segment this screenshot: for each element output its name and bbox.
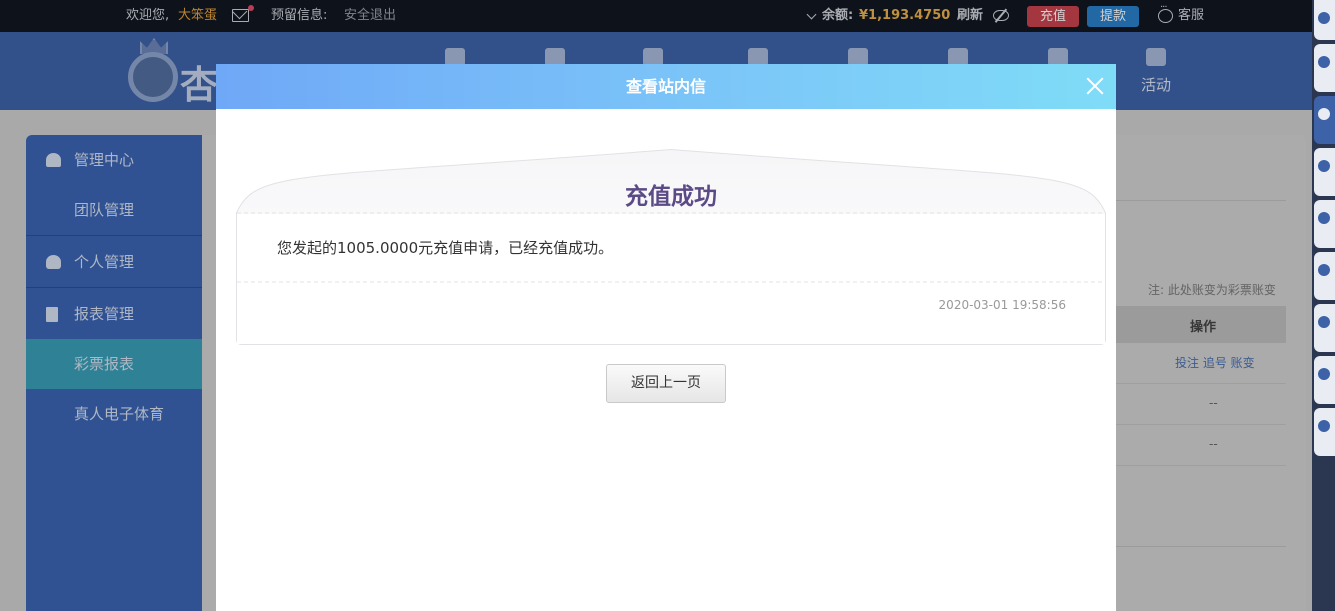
right-tool-4[interactable] (1314, 252, 1335, 300)
message-date: 2020-03-01 19:58:56 (938, 298, 1066, 312)
right-tool-chart[interactable] (1314, 0, 1335, 40)
user-icon (1318, 212, 1330, 224)
message-title: 充值成功 (625, 184, 717, 210)
right-float-toolbar (1312, 0, 1335, 611)
message-modal: 查看站内信 充值成功 您发起的1005.0000元充值申请，已经充值成功。 20… (216, 64, 1116, 611)
right-tool-app[interactable] (1314, 96, 1335, 144)
right-tool-7[interactable] (1314, 408, 1335, 456)
right-tool-6[interactable] (1314, 356, 1335, 404)
close-icon[interactable] (1084, 75, 1106, 97)
headset-icon (1318, 56, 1330, 68)
modal-header: 查看站内信 (216, 64, 1116, 109)
message-body: 您发起的1005.0000元充值申请，已经充值成功。 (277, 239, 614, 257)
right-tool-2[interactable] (1314, 148, 1335, 196)
right-tool-5[interactable] (1314, 304, 1335, 352)
bell-icon (1318, 160, 1330, 172)
info-icon (1318, 264, 1330, 276)
help-icon (1318, 316, 1330, 328)
modal-title: 查看站内信 (625, 77, 706, 96)
audio-icon (1318, 420, 1330, 432)
mobile-icon (1318, 108, 1330, 120)
chart-icon (1318, 12, 1330, 24)
right-tool-3[interactable] (1314, 200, 1335, 248)
right-tool-service[interactable] (1314, 44, 1335, 92)
speaker-icon (1318, 368, 1330, 380)
message-letter: 充值成功 您发起的1005.0000元充值申请，已经充值成功。 2020-03-… (236, 149, 1106, 345)
back-button[interactable]: 返回上一页 (606, 364, 726, 403)
